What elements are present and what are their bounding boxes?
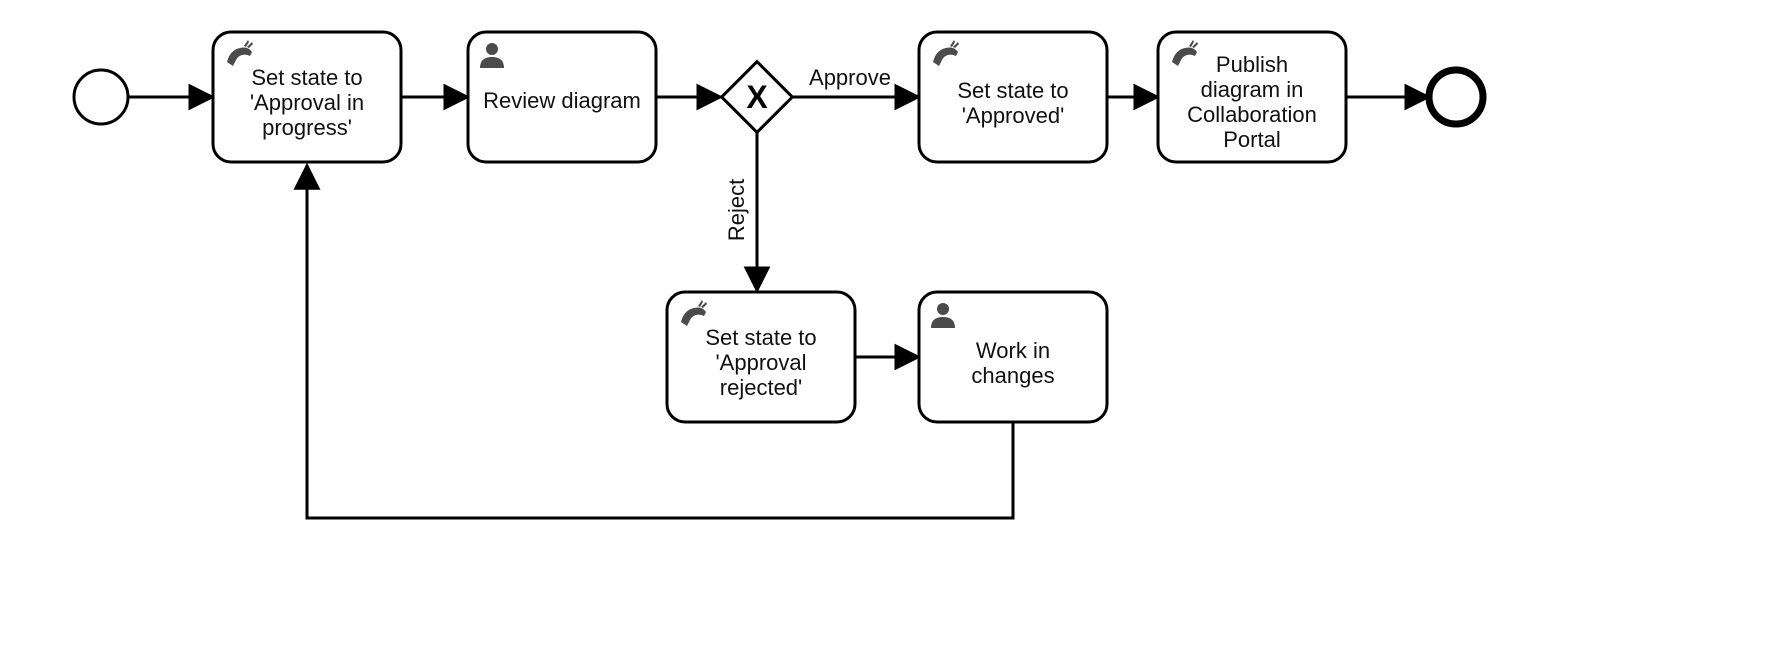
task-label: Publish bbox=[1216, 52, 1288, 77]
task-label: changes bbox=[971, 363, 1054, 388]
flow-loop-back bbox=[307, 165, 1013, 518]
task-label: Set state to bbox=[957, 78, 1068, 103]
task-label: diagram in bbox=[1201, 77, 1304, 102]
exclusive-gateway: X bbox=[722, 62, 793, 133]
task-label: 'Approval bbox=[715, 350, 806, 375]
flow-approve-label: Approve bbox=[809, 65, 891, 90]
task-label: progress' bbox=[262, 115, 352, 140]
task-label: Work in bbox=[976, 338, 1050, 363]
task-work-in-changes: Work in changes bbox=[919, 292, 1107, 422]
flow-reject-label: Reject bbox=[724, 179, 749, 241]
task-review-diagram: Review diagram bbox=[468, 32, 656, 162]
task-label: Review diagram bbox=[483, 88, 641, 113]
end-event bbox=[1429, 70, 1483, 124]
start-event bbox=[74, 70, 128, 124]
task-set-approval-in-progress: Set state to 'Approval in progress' bbox=[213, 32, 401, 162]
task-label: 'Approval in bbox=[250, 90, 364, 115]
task-label: Collaboration bbox=[1187, 102, 1317, 127]
task-set-approved: Set state to 'Approved' bbox=[919, 32, 1107, 162]
gateway-marker: X bbox=[746, 79, 768, 115]
bpmn-diagram: Approve Reject Set state to 'Approval in… bbox=[0, 0, 1776, 654]
task-set-rejected: Set state to 'Approval rejected' bbox=[667, 292, 855, 422]
task-label: Portal bbox=[1223, 127, 1280, 152]
task-publish: Publish diagram in Collaboration Portal bbox=[1158, 32, 1346, 162]
task-label: rejected' bbox=[720, 375, 802, 400]
task-label: Set state to bbox=[251, 65, 362, 90]
task-label: Set state to bbox=[705, 325, 816, 350]
task-label: 'Approved' bbox=[962, 103, 1065, 128]
